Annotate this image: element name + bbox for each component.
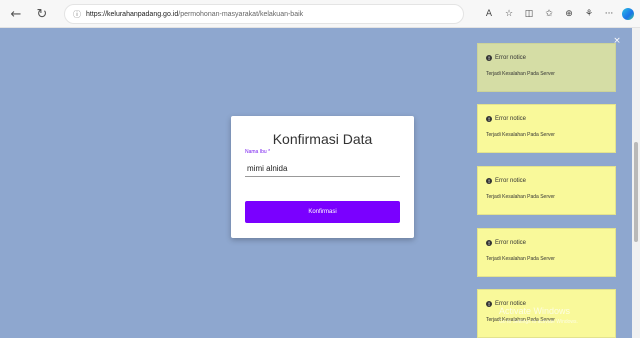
notice-title: Error notice [495,116,527,122]
notice-message: Terjadi Kesalahan Pada Server [486,194,555,200]
dialog-title: Konfirmasi Data [272,131,373,147]
notice-message: Terjadi Kesalahan Pada Server [486,256,555,262]
confirm-button[interactable]: Konfirmasi [245,201,400,223]
activate-windows-subtitle: Go to Settings to activate Windows. [499,319,578,325]
collections-icon[interactable]: ⊕ [562,4,576,24]
favorite-icon[interactable]: ☆ [502,4,516,24]
alert-icon: ! [486,116,492,122]
alert-icon: ! [486,55,492,61]
notice-message: Terjadi Kesalahan Pada Server [486,71,555,77]
edge-logo-icon[interactable] [622,8,634,20]
confirmation-dialog: Konfirmasi Data Nama Ibu * Konfirmasi [231,116,414,238]
error-notice[interactable]: ! Error notice Terjadi Kesalahan Pada Se… [477,104,616,153]
notice-title: Error notice [495,178,527,184]
error-notice[interactable]: ! Error notice Terjadi Kesalahan Pada Se… [477,166,616,215]
split-screen-icon[interactable]: ◫ [522,4,536,24]
alert-icon: ! [486,301,492,307]
site-info-icon[interactable]: ⓘ [73,9,81,20]
read-aloud-icon[interactable]: A [482,4,496,24]
mother-name-label: Nama Ibu * [245,149,271,155]
error-notice[interactable]: ! Error notice Terjadi Kesalahan Pada Se… [477,228,616,277]
address-bar[interactable]: ⓘ https://kelurahanpadang.go.id /permoho… [64,4,464,24]
alert-icon: ! [486,178,492,184]
extensions-icon[interactable]: ⚘ [582,4,596,24]
back-icon[interactable]: ← [6,4,26,24]
notice-title: Error notice [495,240,527,246]
refresh-icon[interactable]: ↻ [32,4,52,24]
favorites-icon[interactable]: ✩ [542,4,556,24]
notice-message: Terjadi Kesalahan Pada Server [486,132,555,138]
toolbar-icons: A ☆ ◫ ✩ ⊕ ⚘ ··· [482,4,634,24]
mother-name-field[interactable] [245,160,400,177]
scrollbar[interactable] [632,28,640,338]
browser-toolbar: ← ↻ ⓘ https://kelurahanpadang.go.id /per… [0,0,640,28]
alert-icon: ! [486,240,492,246]
scrollbar-thumb[interactable] [634,142,638,242]
error-notice[interactable]: ! Error notice Terjadi Kesalahan Pada Se… [477,43,616,92]
more-icon[interactable]: ··· [602,4,616,24]
activate-windows-title: Activate Windows [499,306,571,316]
url-host: https://kelurahanpadang.go.id [86,10,179,18]
notice-title: Error notice [495,55,527,61]
url-path: /permohonan-masyarakat/kelakuan-baik [178,10,304,18]
